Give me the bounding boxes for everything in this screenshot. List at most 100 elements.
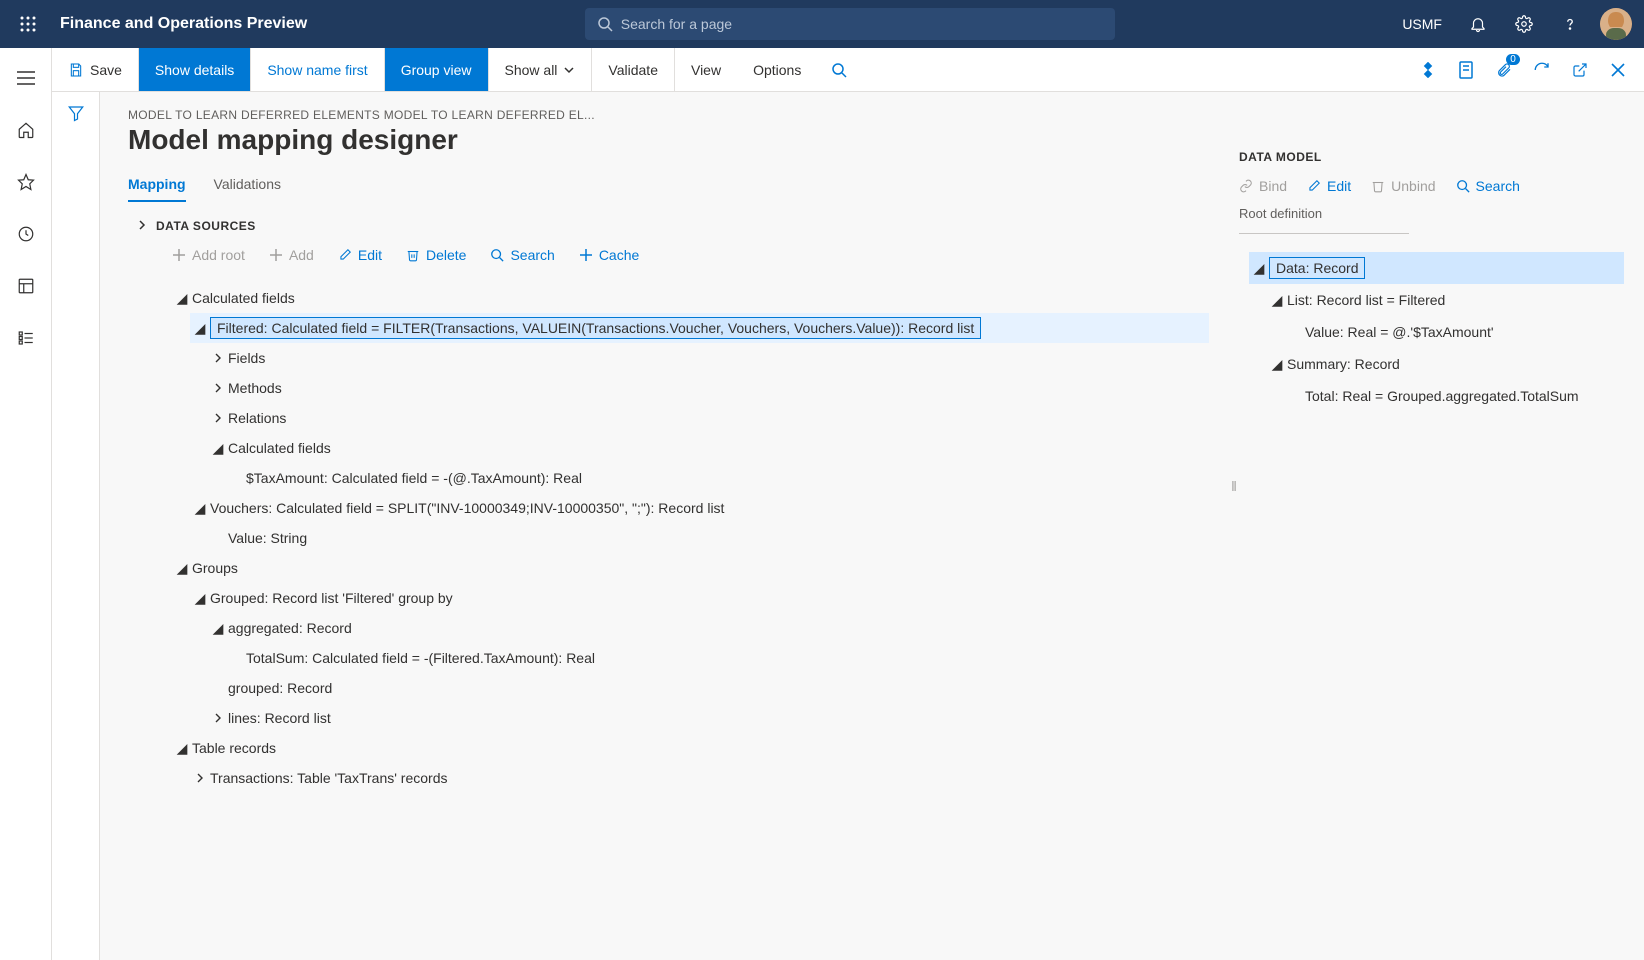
chevron-down-icon	[563, 64, 575, 76]
tree-node-vouchers[interactable]: ◢Vouchers: Calculated field = SPLIT("INV…	[190, 493, 1209, 523]
save-button[interactable]: Save	[52, 48, 139, 91]
settings-button[interactable]	[1504, 4, 1544, 44]
data-model-header: DATA MODEL	[1239, 150, 1624, 164]
tree-node-transactions[interactable]: Transactions: Table 'TaxTrans' records	[190, 763, 1209, 793]
tree-node-calc-fields-inner[interactable]: ◢Calculated fields	[208, 433, 1209, 463]
tree-node-aggregated[interactable]: ◢aggregated: Record	[208, 613, 1209, 643]
global-search[interactable]	[585, 8, 1115, 40]
link-icon	[1239, 179, 1253, 193]
dm-node-data[interactable]: ◢Data: Record	[1249, 252, 1624, 284]
dm-node-value[interactable]: Value: Real = @.'$TaxAmount'	[1285, 316, 1624, 348]
home-button[interactable]	[6, 114, 46, 146]
tree-node-filtered[interactable]: ◢Filtered: Calculated field = FILTER(Tra…	[190, 313, 1209, 343]
search-icon	[1456, 179, 1470, 193]
hamburger-button[interactable]	[6, 62, 46, 94]
divider	[1239, 233, 1409, 234]
data-sources-expand[interactable]	[128, 217, 156, 235]
workspace-icon	[17, 277, 35, 295]
dm-search-button[interactable]: Search	[1456, 178, 1520, 194]
toolbar-search-button[interactable]	[817, 48, 861, 91]
dm-node-list[interactable]: ◢List: Record list = Filtered	[1267, 284, 1624, 316]
data-model-tree: ◢Data: Record ◢List: Record list = Filte…	[1249, 252, 1624, 412]
show-details-button[interactable]: Show details	[139, 48, 251, 91]
tree-node-value-string[interactable]: Value: String	[208, 523, 1209, 553]
attachments-button[interactable]: 0	[1486, 52, 1522, 88]
modules-icon	[17, 329, 35, 347]
unbind-button[interactable]: Unbind	[1371, 178, 1435, 194]
question-icon	[1561, 15, 1579, 33]
tree-node-calculated-fields[interactable]: ◢Calculated fields	[172, 283, 1209, 313]
tab-validations[interactable]: Validations	[214, 176, 281, 202]
view-button[interactable]: View	[675, 48, 737, 91]
save-icon	[68, 62, 84, 78]
data-sources-tree: ◢Calculated fields ◢Filtered: Calculated…	[172, 283, 1229, 960]
tree-node-groups[interactable]: ◢Groups	[172, 553, 1209, 583]
cache-button[interactable]: Cache	[579, 247, 639, 263]
data-model-toolbar: Bind Edit Unbind Search	[1239, 178, 1624, 194]
chevron-right-icon	[137, 220, 147, 230]
dm-node-total[interactable]: Total: Real = Grouped.aggregated.TotalSu…	[1285, 380, 1624, 412]
hamburger-icon	[17, 71, 35, 85]
data-sources-header: DATA SOURCES	[156, 219, 256, 233]
filter-button[interactable]	[67, 104, 85, 960]
plus-icon	[579, 248, 593, 262]
global-search-input[interactable]	[621, 16, 1103, 32]
legal-entity-label[interactable]: USMF	[1392, 16, 1452, 32]
personalize-button[interactable]	[1410, 52, 1446, 88]
refresh-icon	[1533, 61, 1551, 79]
funnel-icon	[67, 104, 85, 122]
dm-node-summary[interactable]: ◢Summary: Record	[1267, 348, 1624, 380]
gear-icon	[1515, 15, 1533, 33]
save-label: Save	[90, 62, 122, 78]
page-tabs: Mapping Validations	[128, 176, 1229, 203]
plus-icon	[172, 248, 186, 262]
delete-button[interactable]: Delete	[406, 247, 466, 263]
bell-icon	[1469, 15, 1487, 33]
refresh-button[interactable]	[1524, 52, 1560, 88]
ds-search-button[interactable]: Search	[490, 247, 554, 263]
user-avatar[interactable]	[1596, 4, 1636, 44]
close-icon	[1611, 63, 1625, 77]
popout-button[interactable]	[1562, 52, 1598, 88]
diamond-icon	[1420, 62, 1436, 78]
filter-strip	[52, 92, 100, 960]
tree-node-grouped-record[interactable]: grouped: Record	[208, 673, 1209, 703]
favorites-button[interactable]	[6, 166, 46, 198]
validate-button[interactable]: Validate	[592, 48, 675, 91]
topbar: Finance and Operations Preview USMF	[0, 0, 1644, 48]
tab-mapping[interactable]: Mapping	[128, 176, 186, 202]
close-button[interactable]	[1600, 52, 1636, 88]
tree-node-lines[interactable]: lines: Record list	[208, 703, 1209, 733]
show-all-button[interactable]: Show all	[489, 48, 593, 91]
options-button[interactable]: Options	[737, 48, 817, 91]
recent-button[interactable]	[6, 218, 46, 250]
star-icon	[17, 173, 35, 191]
help-button[interactable]	[1550, 4, 1590, 44]
tree-node-methods[interactable]: Methods	[208, 373, 1209, 403]
page-options-button[interactable]	[1448, 52, 1484, 88]
plus-icon	[269, 248, 283, 262]
tree-node-fields[interactable]: Fields	[208, 343, 1209, 373]
tree-node-table-records[interactable]: ◢Table records	[172, 733, 1209, 763]
tree-node-grouped[interactable]: ◢Grouped: Record list 'Filtered' group b…	[190, 583, 1209, 613]
workspaces-button[interactable]	[6, 270, 46, 302]
group-view-button[interactable]: Group view	[385, 48, 489, 91]
tree-node-totalsum[interactable]: TotalSum: Calculated field = -(Filtered.…	[226, 643, 1209, 673]
add-button[interactable]: Add	[269, 247, 314, 263]
trash-icon	[1371, 179, 1385, 193]
action-toolbar: Save Show details Show name first Group …	[52, 48, 1644, 92]
tree-node-taxamount[interactable]: $TaxAmount: Calculated field = -(@.TaxAm…	[226, 463, 1209, 493]
notifications-button[interactable]	[1458, 4, 1498, 44]
tree-node-relations[interactable]: Relations	[208, 403, 1209, 433]
bind-button[interactable]: Bind	[1239, 178, 1287, 194]
show-name-first-button[interactable]: Show name first	[251, 48, 384, 91]
add-root-button[interactable]: Add root	[172, 247, 245, 263]
splitter-handle[interactable]: ‖	[1229, 108, 1239, 960]
dm-edit-button[interactable]: Edit	[1307, 178, 1351, 194]
app-launcher-button[interactable]	[8, 4, 48, 44]
attachments-count: 0	[1506, 54, 1520, 65]
pencil-icon	[1307, 179, 1321, 193]
left-nav-rail	[0, 48, 52, 960]
edit-button[interactable]: Edit	[338, 247, 382, 263]
modules-button[interactable]	[6, 322, 46, 354]
